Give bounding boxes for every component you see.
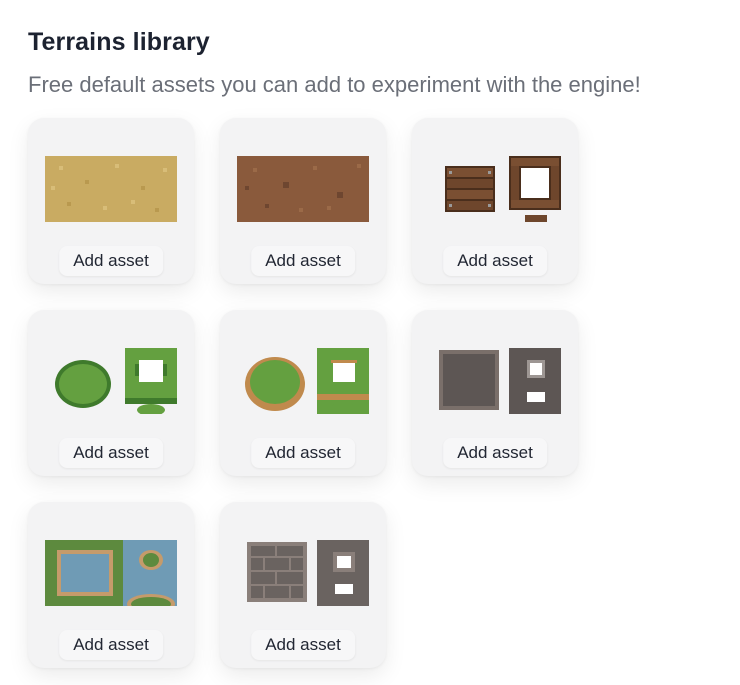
add-asset-button[interactable]: Add asset [59,438,163,468]
stone-terrain-icon [429,348,561,414]
dirt-terrain-icon [237,156,369,222]
sand-terrain-icon [45,156,177,222]
add-asset-button[interactable]: Add asset [59,246,163,276]
library-title: Terrains library [28,28,210,56]
grass-terrain-icon [45,348,177,414]
asset-card-dirt: Add asset [220,118,386,284]
terrains-library: Terrains library Free default assets you… [0,0,740,685]
library-subtitle: Free default assets you can add to exper… [28,72,641,97]
asset-card-grass: Add asset [28,310,194,476]
stone-bricks-terrain-icon [237,540,369,606]
add-asset-button[interactable]: Add asset [251,246,355,276]
wooden-planks-terrain-icon [429,156,561,222]
add-asset-button[interactable]: Add asset [251,630,355,660]
asset-card-stone: Add asset [412,310,578,476]
asset-card-wooden-planks: Add asset [412,118,578,284]
asset-card-water-grass: Add asset [28,502,194,668]
asset-card-stone-bricks: Add asset [220,502,386,668]
add-asset-button[interactable]: Add asset [59,630,163,660]
asset-card-grass-dirt-edge: Add asset [220,310,386,476]
asset-card-sand: Add asset [28,118,194,284]
add-asset-button[interactable]: Add asset [443,246,547,276]
water-grass-terrain-icon [45,540,177,606]
add-asset-button[interactable]: Add asset [443,438,547,468]
add-asset-button[interactable]: Add asset [251,438,355,468]
asset-grid: Add asset Add asset Add asset Add asset … [28,118,578,668]
grass-dirt-edge-terrain-icon [237,348,369,414]
